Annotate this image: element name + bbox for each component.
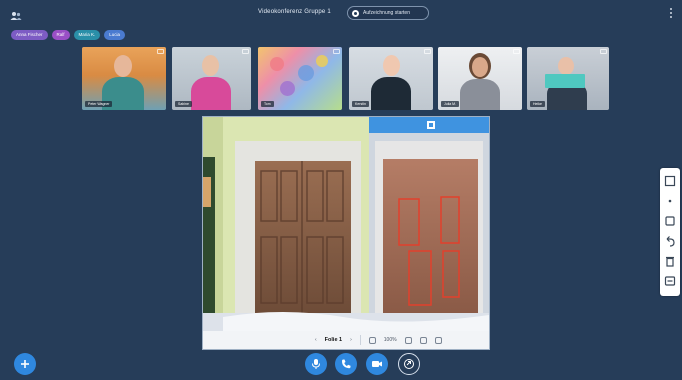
top-bar: Videokonferenz Gruppe 1 Aufzeichnung sta… <box>0 0 682 26</box>
color-icon[interactable] <box>664 214 676 226</box>
trash-icon[interactable] <box>664 254 676 267</box>
microphone-button[interactable] <box>305 353 327 375</box>
participant-pill[interactable]: Ralf <box>51 30 70 40</box>
pill-label: Ralf <box>56 32 65 37</box>
presentation-area: ‹ Folie 1 › 100% <box>203 117 489 349</box>
webcam-name: Sabine <box>175 101 192 107</box>
webcam-tile[interactable]: Julia M. <box>438 47 522 110</box>
undo-icon[interactable] <box>664 234 676 247</box>
users-icon[interactable] <box>10 8 22 20</box>
webcam-tile[interactable]: Heike <box>527 47 609 110</box>
participant-pill[interactable]: Lucia <box>104 30 126 40</box>
slide-number[interactable]: Folie 1 <box>325 337 342 343</box>
fullscreen-icon[interactable] <box>600 49 607 54</box>
record-icon <box>352 9 359 17</box>
previous-slide-icon[interactable]: ‹ <box>315 337 317 343</box>
zoom-out-icon[interactable] <box>368 336 376 344</box>
recording-label: Aufzeichnung starten <box>363 10 410 16</box>
fullscreen-icon[interactable] <box>242 49 249 54</box>
fullscreen-icon[interactable] <box>157 49 164 54</box>
rectangle-tool-icon[interactable] <box>664 174 676 187</box>
webcam-name: Peter Wagner <box>85 101 113 107</box>
pill-label: Lucia <box>109 32 121 37</box>
plus-icon <box>21 360 29 368</box>
fullscreen-icon[interactable] <box>434 336 442 344</box>
kebab-icon[interactable] <box>670 8 673 20</box>
webcam-name: Heike <box>530 101 545 107</box>
webcam-name: Tom <box>261 101 274 107</box>
thickness-icon[interactable] <box>664 194 676 206</box>
slide-image <box>203 117 489 331</box>
webcam-tile[interactable]: Kerstin <box>349 47 433 110</box>
webcam-tile[interactable]: Sabine <box>172 47 251 110</box>
divider <box>359 335 361 345</box>
start-recording-button[interactable]: Aufzeichnung starten <box>347 6 429 20</box>
next-slide-icon[interactable]: › <box>350 337 352 343</box>
fullscreen-icon[interactable] <box>513 49 520 54</box>
webcam-name: Julia M. <box>441 101 460 107</box>
fullscreen-icon[interactable] <box>424 49 431 54</box>
screenshare-icon <box>404 359 414 369</box>
pill-label: Maria K. <box>78 32 96 37</box>
screenshare-button[interactable] <box>398 353 420 375</box>
fit-width-icon[interactable] <box>419 336 427 344</box>
whiteboard-toolbar <box>660 168 680 296</box>
fullscreen-icon[interactable] <box>333 49 340 54</box>
talking-indicators: Anna Fischer Ralf Maria K. Lucia <box>11 30 126 40</box>
phone-icon <box>342 359 351 369</box>
leave-audio-button[interactable] <box>335 353 357 375</box>
zoom-level: 100% <box>383 337 397 343</box>
zoom-in-icon[interactable] <box>404 336 412 344</box>
meeting-title: Videokonferenz Gruppe 1 <box>258 9 331 15</box>
microphone-icon <box>312 359 320 369</box>
video-icon <box>372 361 382 367</box>
presentation-toolbar: ‹ Folie 1 › 100% <box>203 331 489 349</box>
webcam-tile[interactable]: Peter Wagner <box>82 47 166 110</box>
pill-label: Anna Fischer <box>16 32 43 37</box>
multi-user-icon[interactable] <box>664 274 676 286</box>
participant-pill[interactable]: Maria K. <box>73 30 101 40</box>
share-webcam-button[interactable] <box>366 353 388 375</box>
participant-pill[interactable]: Anna Fischer <box>11 30 48 40</box>
webcam-tile[interactable]: Tom <box>258 47 342 110</box>
actions-button[interactable] <box>14 353 36 375</box>
webcam-name: Kerstin <box>352 101 369 107</box>
